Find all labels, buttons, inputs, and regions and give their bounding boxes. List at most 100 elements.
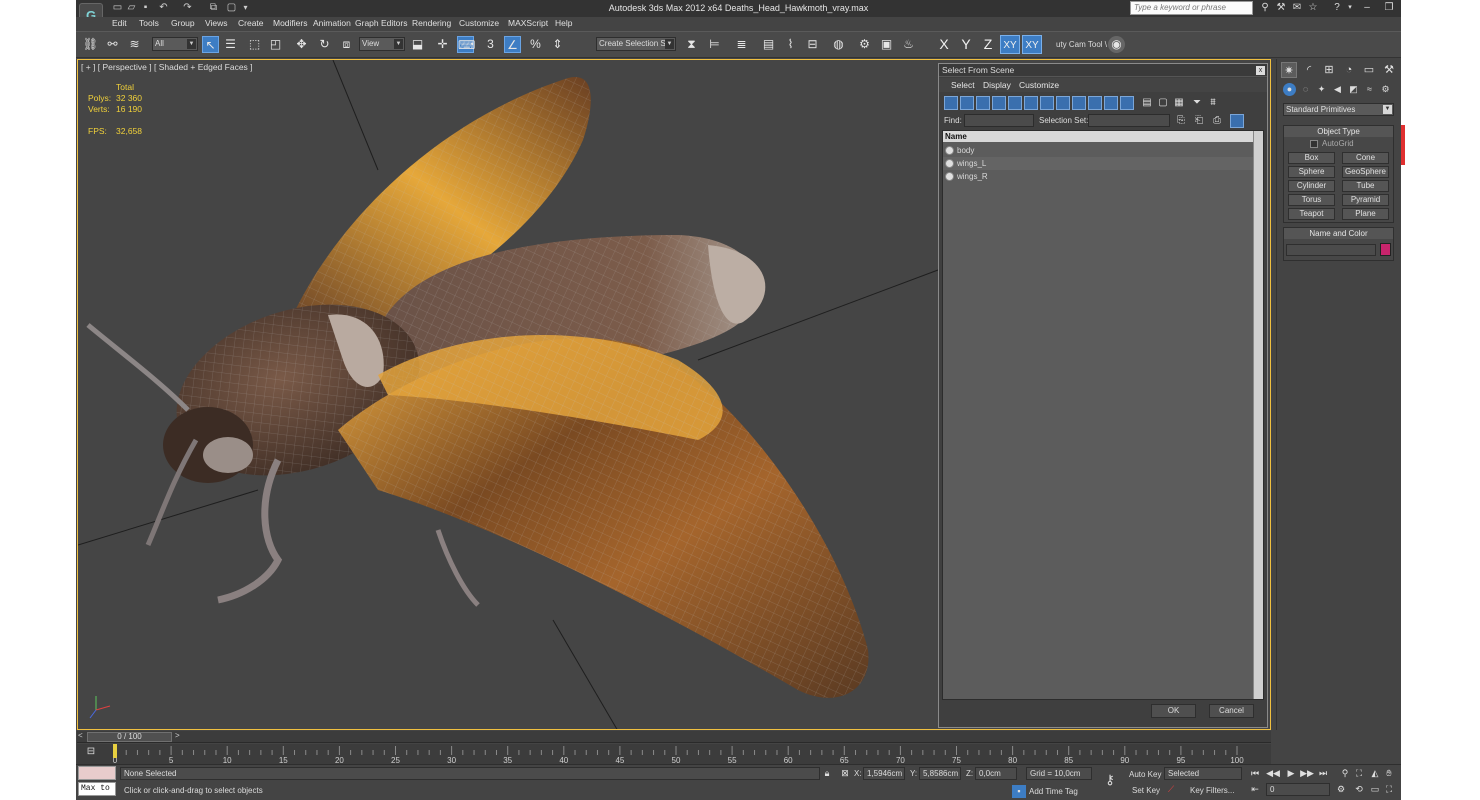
cancel-button[interactable]: Cancel xyxy=(1209,704,1254,718)
new-file-icon[interactable]: ▭ xyxy=(112,2,123,13)
box-button[interactable]: Box xyxy=(1288,152,1335,164)
axis-z-button[interactable]: Z xyxy=(978,35,998,54)
time-slider-next-icon[interactable]: > xyxy=(175,731,180,740)
rendered-frame-icon[interactable]: ▣ xyxy=(878,36,895,53)
time-slider[interactable]: < 0 / 100 > xyxy=(77,731,1271,743)
communication-icon[interactable]: ✉ xyxy=(1291,2,1303,14)
time-slider-thumb[interactable]: 0 / 100 xyxy=(87,732,172,742)
maximize-viewport-icon[interactable]: ⛶ xyxy=(1382,783,1396,796)
time-config-icon[interactable]: ⚙ xyxy=(1334,783,1348,796)
pan-icon[interactable]: ✋︎ xyxy=(1382,767,1396,780)
go-to-end-icon[interactable]: ⏭ xyxy=(1316,767,1330,780)
display-lights-icon[interactable] xyxy=(976,96,990,110)
pivot-center-icon[interactable]: ⬓ xyxy=(409,36,426,53)
current-frame-field[interactable]: 0 xyxy=(1266,783,1330,796)
key-filters-button[interactable]: Key Filters... xyxy=(1190,786,1234,795)
zoom-region-icon[interactable]: ▭ xyxy=(1368,783,1382,796)
select-by-name-icon[interactable]: ☰ xyxy=(222,36,239,53)
select-all-icon[interactable]: ▤ xyxy=(1140,96,1154,110)
cylinder-button[interactable]: Cylinder xyxy=(1288,180,1335,192)
display-helpers-icon[interactable] xyxy=(1008,96,1022,110)
teapot-button[interactable]: Teapot xyxy=(1288,208,1335,220)
maxscript-mini-input[interactable]: Max to xyxy=(78,782,116,796)
pyramid-button[interactable]: Pyramid xyxy=(1342,194,1389,206)
help-dropdown-icon[interactable]: ▾ xyxy=(1344,2,1356,14)
dialog-close-icon[interactable]: x xyxy=(1256,66,1265,75)
rotate-icon[interactable]: ↻ xyxy=(316,36,333,53)
current-frame-marker[interactable] xyxy=(113,744,117,758)
modify-tab-icon[interactable]: ◜ xyxy=(1301,62,1317,78)
help-icon[interactable]: ? xyxy=(1331,2,1343,14)
set-remove-icon[interactable]: ⎗ xyxy=(1192,114,1206,128)
key-mode-toggle-icon[interactable]: ⇤ xyxy=(1248,783,1262,796)
display-frozen-icon[interactable] xyxy=(1104,96,1118,110)
favorites-star-icon[interactable]: ☆ xyxy=(1307,2,1319,14)
name-and-color-title[interactable]: Name and Color xyxy=(1284,228,1393,239)
layer-manager-icon[interactable]: ≣ xyxy=(733,36,750,53)
select-none-icon[interactable]: ▢ xyxy=(1156,96,1170,110)
menu-edit[interactable]: Edit xyxy=(112,18,127,28)
scale-icon[interactable]: ⧈ xyxy=(338,36,355,53)
project-folder-icon[interactable]: ⧉ xyxy=(208,2,219,13)
cam-tool-icon[interactable]: ◉ xyxy=(1108,36,1125,53)
mirror-icon[interactable]: ⧗ xyxy=(683,36,700,53)
display-bones-icon[interactable] xyxy=(1072,96,1086,110)
rect-selection-icon[interactable]: ⬚ xyxy=(246,36,263,53)
spacewarps-category-icon[interactable]: ≈ xyxy=(1363,83,1376,96)
filter-icon[interactable]: ⏷ xyxy=(1190,96,1204,110)
menu-tools[interactable]: Tools xyxy=(139,18,159,28)
menu-group[interactable]: Group xyxy=(171,18,195,28)
utilities-tab-icon[interactable]: ⚒ xyxy=(1381,62,1397,78)
maxscript-listener[interactable] xyxy=(78,766,116,780)
menu-views[interactable]: Views xyxy=(205,18,228,28)
add-time-tag[interactable]: Add Time Tag xyxy=(1029,787,1078,796)
field-of-view-icon[interactable]: ◭ xyxy=(1368,767,1382,780)
menu-graph-editors[interactable]: Graph Editors xyxy=(355,18,407,28)
list-scrollbar[interactable] xyxy=(1253,131,1263,699)
display-tab-icon[interactable]: ▭ xyxy=(1361,62,1377,78)
column-header-name[interactable]: Name xyxy=(943,131,1253,142)
menu-animation[interactable]: Animation xyxy=(313,18,351,28)
sync-selection-icon[interactable] xyxy=(1230,114,1244,128)
dialog-menu-select[interactable]: Select xyxy=(951,80,975,90)
display-geometry-icon[interactable] xyxy=(944,96,958,110)
display-hidden-icon[interactable] xyxy=(1120,96,1134,110)
geometry-category-icon[interactable]: ● xyxy=(1283,83,1296,96)
list-item[interactable]: body xyxy=(943,144,1253,157)
find-input[interactable] xyxy=(964,114,1034,127)
select-and-link-icon[interactable]: ⛓ xyxy=(82,36,99,53)
selection-filter-dropdown[interactable]: All ▼ xyxy=(152,37,198,51)
menu-customize[interactable]: Customize xyxy=(459,18,499,28)
render-teapot-icon[interactable]: ♨ xyxy=(900,36,917,53)
bind-space-warp-icon[interactable]: ≋ xyxy=(126,36,143,53)
set-select-icon[interactable]: ⎙ xyxy=(1210,114,1224,128)
orbit-icon[interactable]: ⟲ xyxy=(1352,783,1366,796)
render-setup-icon[interactable]: ⚙ xyxy=(856,36,873,53)
open-file-icon[interactable]: ▱ xyxy=(126,2,137,13)
tube-button[interactable]: Tube xyxy=(1342,180,1389,192)
time-tag-icon[interactable]: ▪ xyxy=(1012,785,1026,798)
sphere-button[interactable]: Sphere xyxy=(1288,166,1335,178)
display-containers-icon[interactable] xyxy=(1088,96,1102,110)
cameras-category-icon[interactable]: ◀ xyxy=(1331,83,1344,96)
restore-icon[interactable]: ❐ xyxy=(1378,0,1400,15)
selection-set-dropdown[interactable] xyxy=(1088,114,1170,127)
prev-frame-icon[interactable]: ◀◀ xyxy=(1266,767,1280,780)
menu-modifiers[interactable]: Modifiers xyxy=(273,18,307,28)
move-icon[interactable]: ✥ xyxy=(293,36,310,53)
absolute-mode-icon[interactable]: ⊠ xyxy=(838,767,852,780)
keyboard-shortcut-override-icon[interactable]: ⌨ xyxy=(457,36,475,53)
key-mode-dropdown[interactable]: Selected xyxy=(1164,767,1242,780)
create-tab-icon[interactable]: ✷ xyxy=(1281,62,1297,78)
named-selection-set-dropdown[interactable]: Create Selection Se ▼ xyxy=(596,37,676,51)
set-key-button[interactable]: Set Key xyxy=(1132,786,1160,795)
auto-key-button[interactable]: Auto Key xyxy=(1129,770,1161,779)
subscription-icon[interactable]: ⚒ xyxy=(1275,2,1287,14)
torus-button[interactable]: Torus xyxy=(1288,194,1335,206)
object-color-swatch[interactable] xyxy=(1380,243,1391,256)
axis-x-button[interactable]: X xyxy=(934,35,954,54)
zoom-icon[interactable]: ⚲ xyxy=(1338,767,1352,780)
percent-snap-icon[interactable]: % xyxy=(527,36,544,53)
spinner-snap-icon[interactable]: ⇕ xyxy=(549,36,566,53)
ok-button[interactable]: OK xyxy=(1151,704,1196,718)
